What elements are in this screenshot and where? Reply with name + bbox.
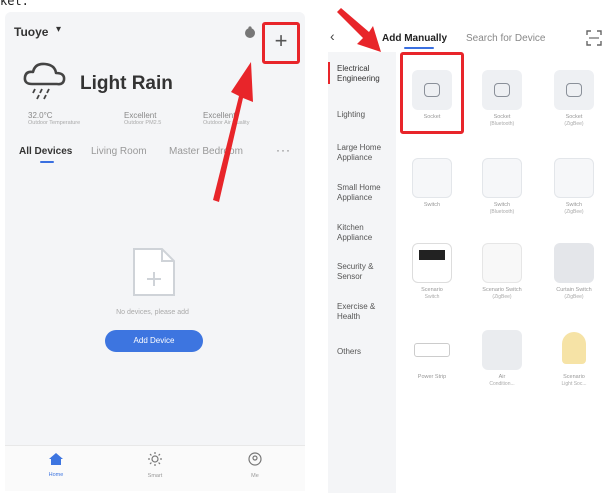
profile-icon (248, 452, 262, 466)
scan-icon[interactable] (586, 30, 602, 46)
tab-all-devices[interactable]: All Devices (19, 146, 72, 157)
device-tile[interactable]: Power Strip (401, 330, 463, 381)
weather-stat: 32.0°C Outdoor Temperature (28, 111, 81, 126)
device-tile[interactable]: Curtain Switch (ZigBee) (543, 243, 605, 300)
socket-icon (482, 70, 522, 110)
nav-home[interactable]: Home (36, 452, 76, 478)
active-category-indicator (328, 62, 330, 84)
empty-file-icon (133, 248, 175, 296)
back-icon[interactable]: ‹ (330, 28, 335, 44)
socket-icon (554, 70, 594, 110)
switch-icon (554, 158, 594, 198)
device-tile[interactable]: Switch (Bluetooth) (471, 158, 533, 215)
chevron-down-icon[interactable]: ▾ (56, 24, 61, 35)
air-conditioner-icon (482, 330, 522, 370)
socket-highlight-box (400, 52, 464, 134)
scenario-switch-icon (482, 243, 522, 283)
category-item[interactable]: Small Home Appliance (337, 183, 397, 203)
switch-icon (412, 158, 452, 198)
category-item[interactable]: Lighting (337, 110, 397, 120)
annotation-arrow (337, 8, 381, 52)
tab-living-room[interactable]: Living Room (91, 146, 147, 157)
curtain-switch-icon (554, 243, 594, 283)
weather-stat: Excellent Outdoor PM2.5 (124, 111, 162, 126)
notification-icon[interactable] (243, 25, 257, 39)
light-socket-icon (554, 330, 594, 370)
home-icon (49, 453, 63, 465)
plus-icon: + (274, 28, 288, 53)
weather-condition: Light Rain (80, 73, 173, 94)
device-tile[interactable]: Switch (401, 158, 463, 209)
sun-icon (148, 452, 162, 466)
rain-cloud-icon (23, 62, 66, 100)
empty-state-text: No devices, please add (116, 309, 189, 316)
power-strip-icon (412, 330, 452, 370)
caption-fragment: ket. (0, 0, 29, 8)
active-tab-indicator (404, 47, 434, 49)
active-tab-indicator (40, 161, 54, 163)
device-tile[interactable]: Scenario Switch (ZigBee) (471, 243, 533, 300)
category-item[interactable]: Security & Sensor (337, 262, 397, 282)
tab-add-manually[interactable]: Add Manually (382, 33, 447, 44)
home-name[interactable]: Tuoye (14, 25, 48, 39)
scenario-switch-icon (412, 243, 452, 283)
device-tile[interactable]: Socket (Bluetooth) (471, 70, 533, 127)
category-item[interactable]: Kitchen Appliance (337, 223, 397, 243)
category-item[interactable]: Large Home Appliance (337, 143, 397, 163)
device-tile[interactable]: Scenario Switch (401, 243, 463, 300)
add-device-button[interactable]: Add Device (105, 330, 203, 352)
category-item[interactable]: Exercise & Health (337, 302, 397, 322)
device-tile[interactable]: Socket (ZigBee) (543, 70, 605, 127)
annotation-arrow (213, 62, 253, 202)
switch-icon (482, 158, 522, 198)
category-item[interactable]: Electrical Engineering (337, 64, 397, 84)
nav-me[interactable]: Me (235, 452, 275, 479)
category-item[interactable]: Others (337, 347, 397, 357)
tab-search-device[interactable]: Search for Device (466, 33, 545, 44)
device-tile[interactable]: Scenario Light Soc... (543, 330, 605, 387)
nav-smart[interactable]: Smart (135, 452, 175, 479)
add-device-plus-button[interactable]: + (262, 22, 300, 64)
device-tile[interactable]: Switch (ZigBee) (543, 158, 605, 215)
more-icon[interactable]: ··· (276, 143, 291, 157)
device-tile[interactable]: Air Condition... (471, 330, 533, 387)
